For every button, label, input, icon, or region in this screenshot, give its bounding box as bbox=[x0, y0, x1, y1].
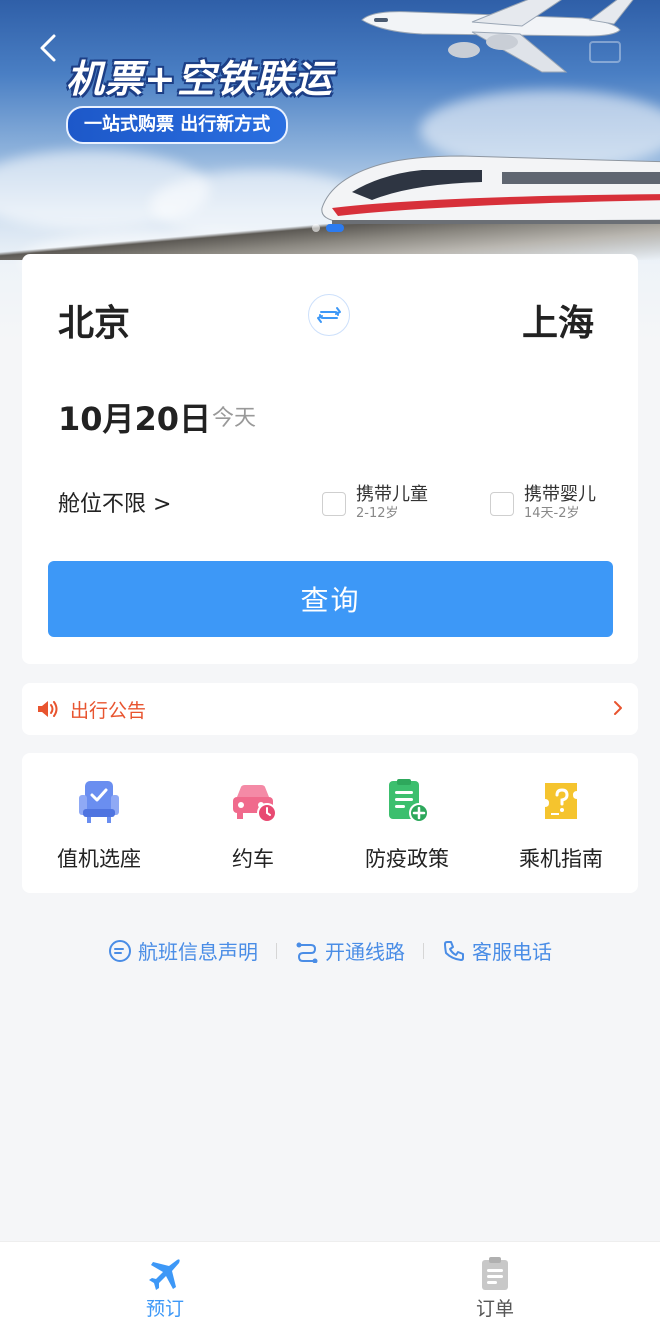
carousel-indicator bbox=[312, 224, 344, 232]
tab-booking[interactable]: 预订 bbox=[0, 1242, 330, 1322]
customer-service-label: 客服电话 bbox=[472, 940, 552, 964]
search-button[interactable]: 查询 bbox=[48, 561, 613, 637]
flight-search-card: 北京 上海 10月20日 今天 舱位不限 > 携带儿童 2-12岁 携带婴儿 1… bbox=[22, 254, 638, 664]
departure-date[interactable]: 10月20日 bbox=[58, 394, 211, 440]
chevron-right-icon bbox=[614, 701, 622, 715]
travel-notice-bar[interactable]: 出行公告 bbox=[22, 683, 638, 735]
swap-cities-button[interactable] bbox=[308, 294, 350, 336]
notice-text: 出行公告 bbox=[70, 699, 147, 722]
routes-label: 开通线路 bbox=[325, 940, 405, 964]
service-label: 约车 bbox=[232, 847, 274, 871]
flight-statement-label: 航班信息声明 bbox=[138, 940, 258, 964]
infant-age-range: 14天-2岁 bbox=[524, 506, 580, 521]
infant-option[interactable]: 携带婴儿 14天-2岁 bbox=[490, 484, 596, 522]
flight-statement-link[interactable]: 航班信息声明 bbox=[108, 936, 258, 965]
service-checkin-seat[interactable]: 值机选座 bbox=[22, 753, 176, 893]
child-age-range: 2-12岁 bbox=[356, 506, 399, 521]
departure-city[interactable]: 北京 bbox=[58, 294, 130, 346]
child-option[interactable]: 携带儿童 2-12岁 bbox=[322, 484, 428, 522]
service-label: 值机选座 bbox=[57, 847, 141, 871]
statement-icon bbox=[109, 939, 131, 962]
tab-label: 订单 bbox=[475, 1298, 514, 1320]
service-guide[interactable]: 乘机指南 bbox=[484, 753, 638, 893]
footer-links: 航班信息声明 开通线路 客服电话 bbox=[0, 936, 660, 965]
train-image bbox=[321, 155, 660, 226]
service-car[interactable]: 约车 bbox=[176, 753, 330, 893]
cabin-class-selector[interactable]: 舱位不限 > bbox=[58, 486, 171, 518]
child-label: 携带儿童 bbox=[356, 484, 428, 505]
banner-subtitle: 一站式购票 出行新方式 bbox=[66, 106, 289, 144]
back-button[interactable] bbox=[32, 30, 68, 66]
child-checkbox[interactable] bbox=[322, 492, 346, 516]
services-grid: 值机选座 约车 防疫政策 乘机指南 bbox=[22, 753, 638, 893]
guide-icon bbox=[545, 783, 577, 819]
service-label: 乘机指南 bbox=[519, 847, 603, 871]
tab-orders[interactable]: 订单 bbox=[330, 1242, 660, 1322]
arrival-city[interactable]: 上海 bbox=[522, 294, 594, 346]
routes-link[interactable]: 开通线路 bbox=[295, 936, 405, 965]
plane-icon bbox=[149, 1259, 180, 1290]
policy-document-icon bbox=[389, 779, 429, 823]
infant-label: 携带婴儿 bbox=[524, 484, 596, 505]
route-icon bbox=[296, 942, 318, 963]
service-label: 防疫政策 bbox=[365, 847, 449, 871]
link-divider bbox=[276, 942, 277, 959]
link-divider bbox=[423, 942, 424, 959]
infant-checkbox[interactable] bbox=[490, 492, 514, 516]
clipboard-icon bbox=[482, 1257, 508, 1290]
customer-service-link[interactable]: 客服电话 bbox=[442, 936, 552, 965]
carousel-dot bbox=[312, 224, 320, 232]
carousel-dot-active bbox=[326, 224, 344, 232]
seat-checkin-icon bbox=[79, 781, 119, 823]
phone-icon bbox=[444, 940, 464, 961]
bottom-tab-bar: 预订 订单 bbox=[0, 1241, 660, 1322]
date-note: 今天 bbox=[212, 406, 257, 431]
chevron-left-icon bbox=[40, 34, 56, 62]
banner-title: 机票+空铁联运 bbox=[66, 57, 333, 101]
service-policy[interactable]: 防疫政策 bbox=[330, 753, 484, 893]
tab-label: 预订 bbox=[145, 1298, 184, 1320]
swap-icon bbox=[317, 307, 341, 323]
car-booking-icon bbox=[233, 785, 277, 823]
speaker-icon bbox=[38, 701, 58, 717]
share-icon[interactable] bbox=[588, 34, 622, 64]
